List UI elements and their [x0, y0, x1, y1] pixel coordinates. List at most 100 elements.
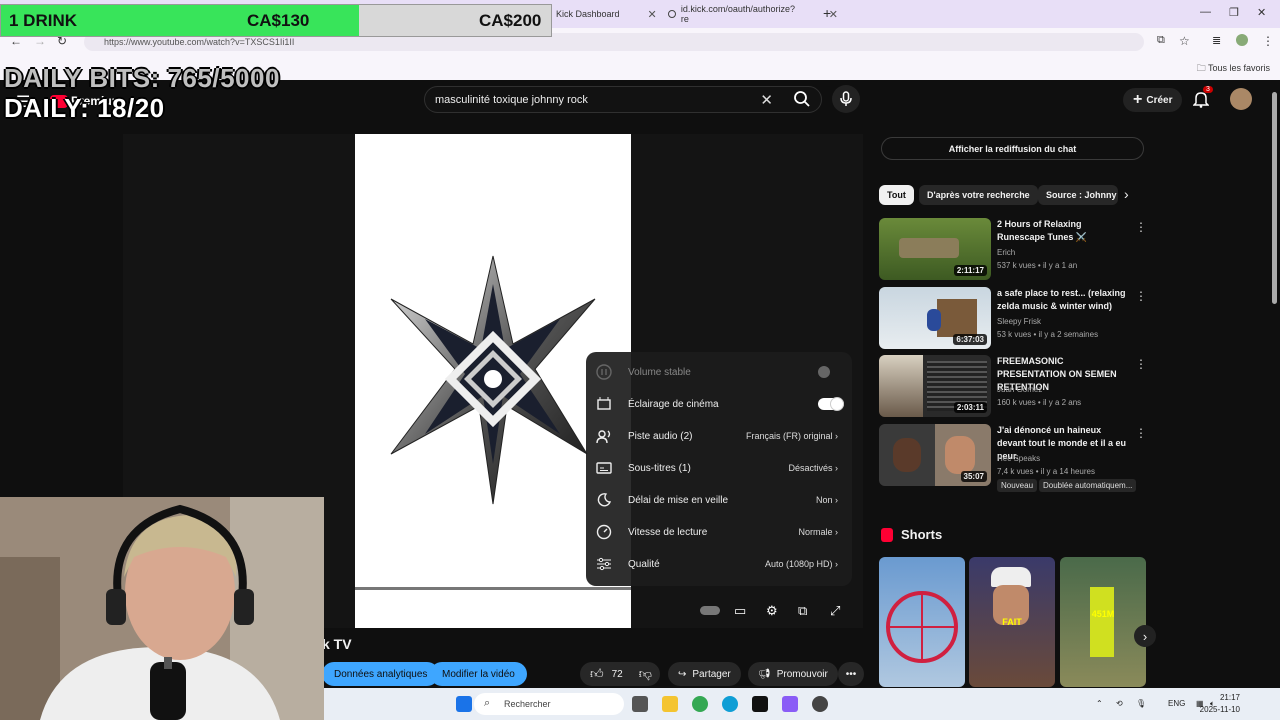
chrome-icon[interactable]: [692, 696, 708, 712]
chip-source[interactable]: Source : Johnny: [1038, 185, 1118, 205]
restore-icon[interactable]: ❐: [1229, 6, 1239, 19]
extensions-icon[interactable]: ≣: [1212, 34, 1221, 47]
tab-kick-dashboard[interactable]: Kick Dashboard ✕: [556, 3, 660, 25]
clock-time: 21:17: [1219, 693, 1240, 702]
video-thumbnail[interactable]: 35:07: [879, 424, 991, 486]
more-options-icon[interactable]: ⋮: [1135, 289, 1147, 303]
video-thumbnail[interactable]: 2:11:17: [879, 218, 991, 280]
webcam-image: [0, 497, 324, 720]
all-bookmarks[interactable]: 🗀 Tous les favoris: [1197, 61, 1270, 77]
tab-kick-oauth[interactable]: id.kick.com/oauth/authorize?re ✕: [668, 3, 838, 25]
settings-item-stable-volume[interactable]: Volume stable: [586, 356, 852, 388]
windows-start-icon[interactable]: [456, 696, 472, 712]
video-meta: 160 k vues • il y a 2 ans: [997, 398, 1082, 407]
subtitles-button-icon[interactable]: ▭: [734, 603, 746, 619]
duration-badge: 35:07: [960, 471, 987, 482]
chat-replay-button[interactable]: Afficher la rediffusion du chat: [881, 137, 1144, 160]
drink-label: 1 DRINK: [9, 11, 78, 30]
edge-icon[interactable]: [722, 696, 738, 712]
settings-item-ambient-mode[interactable]: Éclairage de cinéma: [586, 388, 852, 420]
ambient-mode-toggle[interactable]: [818, 397, 844, 411]
webcam-feed: [0, 497, 324, 720]
notification-badge: 3: [1203, 86, 1213, 93]
settings-item-value: Français (FR) original ›: [745, 431, 838, 441]
tray-overflow-icon[interactable]: ⌃: [1096, 699, 1103, 708]
close-tab-icon[interactable]: ✕: [648, 8, 657, 21]
thumbs-up-icon[interactable]: 👍︎: [590, 666, 604, 682]
page-scrollbar[interactable]: [1272, 92, 1277, 304]
recommendation-item[interactable]: 2:03:11 FREEMASONIC PRESENTATION ON SEME…: [879, 355, 1149, 419]
settings-item-audio-track[interactable]: Piste audio (2) Français (FR) original ›: [586, 420, 852, 452]
search-input[interactable]: masculinité toxique johnny rock ✕: [424, 86, 822, 113]
recommendation-item[interactable]: 2:11:17 2 Hours of Relaxing Runescape Tu…: [879, 218, 1149, 282]
video-thumbnail[interactable]: 6:37:03: [879, 287, 991, 349]
channel-name[interactable]: Hec Speaks: [997, 454, 1040, 463]
chip-all[interactable]: Tout: [879, 185, 914, 205]
bookmark-star-icon[interactable]: ☆: [1179, 34, 1190, 48]
short-item[interactable]: FAIT: [969, 557, 1055, 687]
short-item[interactable]: 451M: [1060, 557, 1146, 687]
playback-speed-icon: [596, 524, 612, 540]
settings-item-value: Non ›: [815, 495, 838, 505]
taskbar-search[interactable]: ⌕ Rechercher: [474, 693, 624, 715]
recommendation-item[interactable]: 6:37:03 a safe place to rest... (relaxin…: [879, 287, 1149, 351]
settings-item-quality[interactable]: Qualité Auto (1080p HD) ›: [586, 548, 852, 580]
shorts-heading: Shorts: [881, 527, 942, 542]
more-options-icon[interactable]: ⋮: [1135, 220, 1147, 234]
channel-name[interactable]: Juan Gomez: [997, 385, 1042, 394]
chevron-right-icon[interactable]: ›: [1124, 186, 1129, 202]
task-view-icon[interactable]: [632, 696, 648, 712]
arc-icon[interactable]: [782, 696, 798, 712]
video-thumbnail[interactable]: 2:03:11: [879, 355, 991, 417]
thumbs-down-icon[interactable]: 👎︎: [639, 666, 652, 682]
channel-name[interactable]: Sleepy Frisk: [997, 317, 1041, 326]
settings-item-subtitles[interactable]: Sous-titres (1) Désactivés ›: [586, 452, 852, 484]
install-icon[interactable]: ⧉: [1157, 34, 1165, 47]
short-item[interactable]: [879, 557, 965, 687]
video-title[interactable]: a safe place to rest... (relaxing zelda …: [997, 287, 1132, 313]
video-title[interactable]: 2 Hours of Relaxing Runescape Tunes ⚔️: [997, 218, 1132, 244]
search-icon[interactable]: [793, 90, 811, 111]
chevron-right-icon[interactable]: ›: [1134, 625, 1156, 647]
ferris-wheel-image: [886, 591, 958, 663]
fullscreen-icon[interactable]: ⤢: [830, 603, 840, 619]
language-indicator[interactable]: ENG: [1168, 699, 1185, 708]
more-options-icon[interactable]: ⋮: [1135, 426, 1147, 440]
analytics-button[interactable]: Données analytiques: [322, 662, 440, 686]
miniplayer-icon[interactable]: ⧉: [798, 603, 807, 619]
obs-icon[interactable]: [812, 696, 828, 712]
promote-button[interactable]: 📢︎ Promouvoir: [748, 662, 838, 686]
clear-search-icon[interactable]: ✕: [760, 91, 773, 109]
taskbar-clock[interactable]: 21:17 2025-11-10: [1196, 692, 1240, 716]
share-label: Partager: [692, 668, 731, 680]
microphone-tray-icon[interactable]: 🎙︎: [1136, 699, 1146, 708]
new-tab-icon[interactable]: +: [823, 5, 831, 21]
settings-gear-icon[interactable]: ⚙: [766, 603, 778, 619]
video-meta: 7,4 k vues • il y a 14 heures: [997, 467, 1095, 476]
account-avatar[interactable]: [1230, 88, 1252, 110]
notifications-button[interactable]: 3: [1192, 86, 1213, 111]
settings-item-sleep-timer[interactable]: Délai de mise en veille Non ›: [586, 484, 852, 516]
autoplay-toggle[interactable]: [700, 603, 720, 618]
chip-from-search[interactable]: D'après votre recherche: [919, 185, 1038, 205]
close-window-icon[interactable]: ✕: [1257, 6, 1266, 19]
share-button[interactable]: ↪ Partager: [668, 662, 741, 686]
minimize-icon[interactable]: —: [1200, 6, 1211, 18]
file-explorer-icon[interactable]: [662, 696, 678, 712]
edit-video-button[interactable]: Modifier la vidéo: [430, 662, 527, 686]
create-button[interactable]: + Créer: [1123, 88, 1183, 112]
video-progress-bar[interactable]: [355, 587, 631, 590]
shorts-logo-icon: [881, 527, 893, 542]
more-actions-icon[interactable]: •••: [838, 662, 864, 686]
more-options-icon[interactable]: ⋮: [1135, 357, 1147, 371]
channel-name[interactable]: Erich: [997, 248, 1015, 257]
profile-avatar[interactable]: [1236, 34, 1248, 46]
settings-item-playback-speed[interactable]: Vitesse de lecture Normale ›: [586, 516, 852, 548]
menu-dots-icon[interactable]: ⋮: [1262, 34, 1274, 48]
stable-volume-toggle[interactable]: [816, 366, 830, 378]
capcut-icon[interactable]: [752, 696, 768, 712]
ambient-mode-icon: [596, 396, 612, 412]
taskbar-search-label: Rechercher: [504, 699, 551, 709]
tray-app-icon[interactable]: ⟲: [1116, 699, 1123, 708]
voice-search-icon[interactable]: [832, 85, 860, 113]
